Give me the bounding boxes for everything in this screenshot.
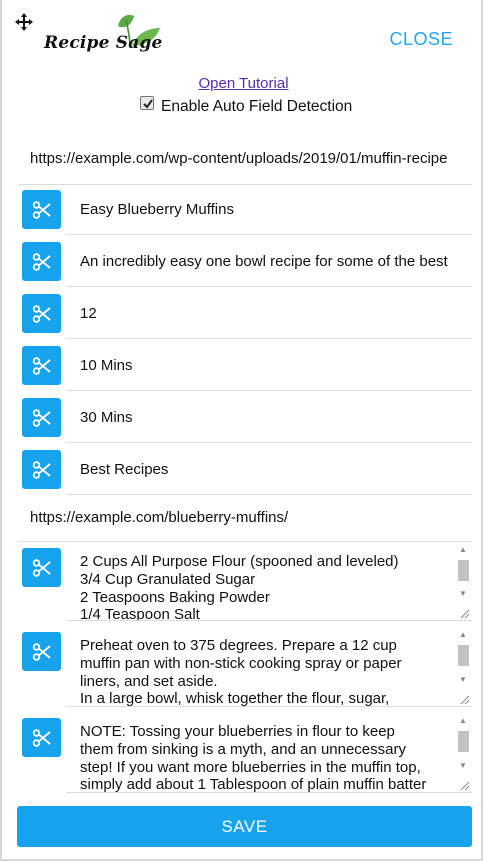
- text-line: 3/4 Cup Granulated Sugar: [80, 570, 256, 588]
- instructions-textarea[interactable]: Preheat oven to 375 degrees. Prepare a 1…: [66, 621, 472, 707]
- import-panel: Recipe Sage CLOSE Open Tutorial Enable A…: [0, 0, 483, 861]
- active-time-scissors-button[interactable]: [22, 346, 61, 385]
- yield-scissors-button[interactable]: [22, 294, 61, 333]
- checkmark-icon: [143, 99, 153, 109]
- instructions-text: Preheat oven to 375 degrees. Prepare a 1…: [80, 637, 446, 707]
- text-line: step! If you want more blueberries in th…: [80, 758, 421, 776]
- text-line: 1/4 Teaspoon Salt: [80, 606, 200, 621]
- auto-detect-option[interactable]: Enable Auto Field Detection: [140, 96, 352, 118]
- resize-grip-icon[interactable]: [458, 779, 470, 791]
- scroll-down-icon[interactable]: ▼: [456, 760, 470, 772]
- header: Recipe Sage CLOSE: [2, 0, 483, 70]
- total-time-input[interactable]: 30 Mins: [66, 392, 472, 443]
- ingredients-scissors-button[interactable]: [22, 548, 61, 587]
- recipe-url[interactable]: https://example.com/blueberry-muffins/: [30, 509, 460, 526]
- active-time-input[interactable]: 10 Mins: [66, 340, 472, 391]
- scroll-down-icon[interactable]: ▼: [456, 674, 470, 686]
- close-button[interactable]: CLOSE: [389, 29, 453, 50]
- scroll-thumb[interactable]: [458, 645, 469, 666]
- text-line: NOTE: Tossing your blueberries in flour …: [80, 723, 395, 740]
- move-icon[interactable]: [15, 13, 33, 31]
- source-url[interactable]: https://example.com/wp-content/uploads/2…: [30, 150, 460, 167]
- auto-detect-checkbox[interactable]: [140, 96, 154, 110]
- scroll-thumb[interactable]: [458, 731, 469, 752]
- text-line: simply add about 1 Tablespoon of plain m…: [80, 776, 427, 793]
- scroll-down-icon[interactable]: ▼: [456, 588, 470, 600]
- scissors-icon: [32, 460, 51, 479]
- scissors-icon: [32, 408, 51, 427]
- resize-grip-icon[interactable]: [458, 693, 470, 705]
- textarea-scrollbar[interactable]: ▲ ▼: [456, 621, 470, 706]
- scissors-icon: [32, 728, 51, 747]
- logo-text: Recipe Sage: [44, 33, 163, 53]
- yield-input[interactable]: 12: [66, 288, 472, 339]
- auto-detect-label: Enable Auto Field Detection: [161, 98, 353, 115]
- scissors-icon: [32, 356, 51, 375]
- text-line: Preheat oven to 375 degrees. Prepare a 1…: [80, 637, 397, 654]
- scissors-icon: [32, 252, 51, 271]
- text-line: 2 Cups All Purpose Flour (spooned and le…: [80, 553, 399, 570]
- title-scissors-button[interactable]: [22, 190, 61, 229]
- scissors-icon: [32, 200, 51, 219]
- source-input[interactable]: Best Recipes: [66, 444, 472, 495]
- text-line: liners, and set aside.: [80, 672, 218, 690]
- description-input[interactable]: An incredibly easy one bowl recipe for s…: [66, 236, 472, 287]
- description-scissors-button[interactable]: [22, 242, 61, 281]
- scissors-icon: [32, 642, 51, 661]
- text-line: 2 Teaspoons Baking Powder: [80, 588, 270, 606]
- ingredients-textarea[interactable]: 2 Cups All Purpose Flour (spooned and le…: [66, 541, 472, 621]
- instructions-scissors-button[interactable]: [22, 632, 61, 671]
- scroll-up-icon[interactable]: ▲: [456, 544, 470, 556]
- notes-textarea[interactable]: NOTE: Tossing your blueberries in flour …: [66, 707, 472, 793]
- text-line: them from sinking is a myth, and an unne…: [80, 740, 406, 758]
- tutorial-link-row: Open Tutorial: [2, 75, 483, 92]
- scissors-icon: [32, 304, 51, 323]
- scissors-icon: [32, 558, 51, 577]
- scroll-up-icon[interactable]: ▲: [456, 715, 470, 727]
- save-button[interactable]: SAVE: [17, 806, 472, 847]
- scroll-thumb[interactable]: [458, 560, 469, 581]
- ingredients-text: 2 Cups All Purpose Flour (spooned and le…: [80, 553, 446, 621]
- textarea-scrollbar[interactable]: ▲ ▼: [456, 707, 470, 792]
- recipe-sage-logo: Recipe Sage: [44, 14, 164, 60]
- notes-text: NOTE: Tossing your blueberries in flour …: [80, 723, 446, 793]
- total-time-scissors-button[interactable]: [22, 398, 61, 437]
- scroll-up-icon[interactable]: ▲: [456, 629, 470, 641]
- text-line: In a large bowl, whisk together the flou…: [80, 690, 390, 707]
- notes-scissors-button[interactable]: [22, 718, 61, 757]
- resize-grip-icon[interactable]: [458, 607, 470, 619]
- text-line: muffin pan with non-stick cooking spray …: [80, 654, 402, 672]
- title-input[interactable]: Easy Blueberry Muffins: [66, 184, 472, 235]
- textarea-scrollbar[interactable]: ▲ ▼: [456, 541, 470, 620]
- open-tutorial-link[interactable]: Open Tutorial: [198, 75, 288, 92]
- source-scissors-button[interactable]: [22, 450, 61, 489]
